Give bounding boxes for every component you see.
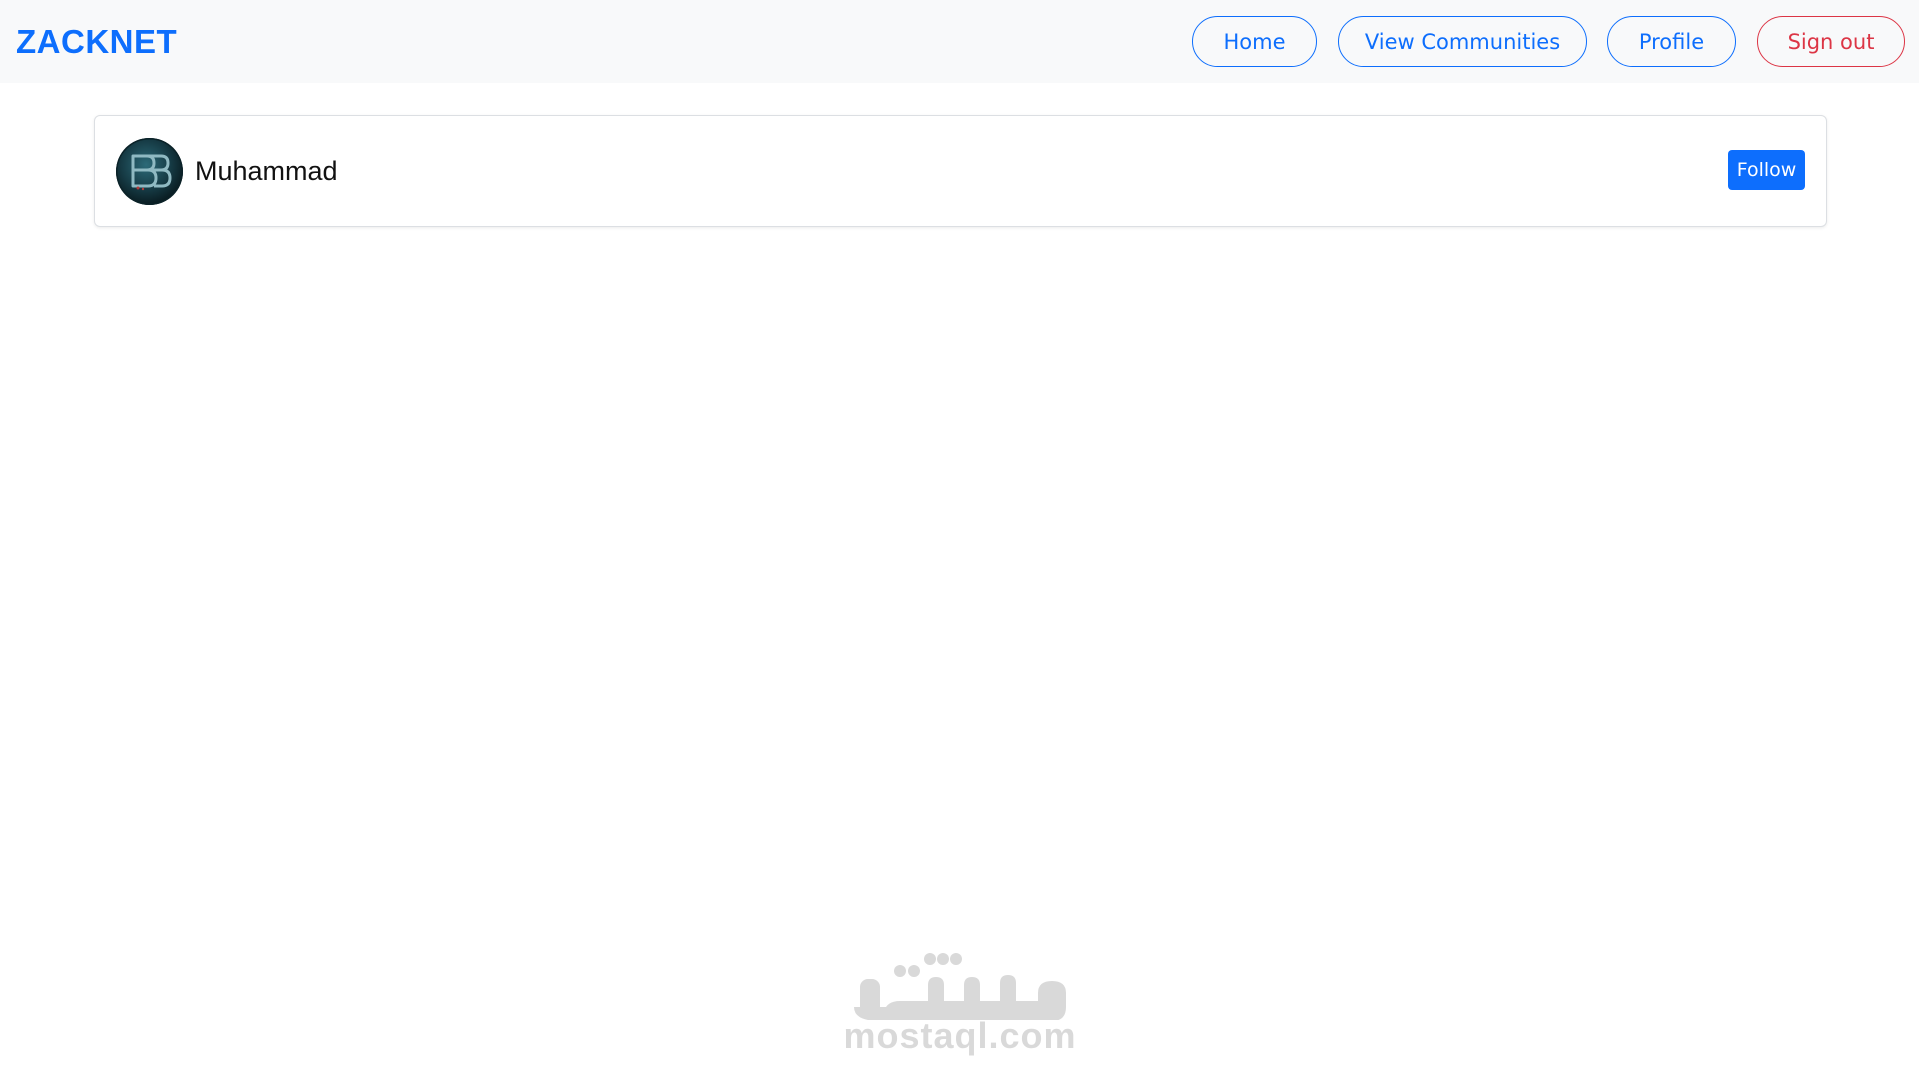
avatar[interactable] xyxy=(116,138,183,205)
watermark-logo-icon xyxy=(854,953,1066,1021)
profile-button[interactable]: Profile xyxy=(1607,16,1736,67)
watermark-text: mostaql.com xyxy=(843,1015,1077,1056)
view-communities-button[interactable]: View Communities xyxy=(1338,16,1587,67)
username[interactable]: Muhammad xyxy=(195,153,338,189)
sign-out-button[interactable]: Sign out xyxy=(1757,16,1905,67)
home-button[interactable]: Home xyxy=(1192,16,1317,67)
navbar: ZACKNET Home View Communities Profile Si… xyxy=(0,0,1919,83)
avatar-logo-icon xyxy=(116,138,183,205)
watermark: mostaql.com xyxy=(840,945,1080,1065)
follow-button[interactable]: Follow xyxy=(1728,150,1805,190)
brand-logo[interactable]: ZACKNET xyxy=(16,22,177,62)
user-card: Muhammad Follow xyxy=(94,115,1827,227)
